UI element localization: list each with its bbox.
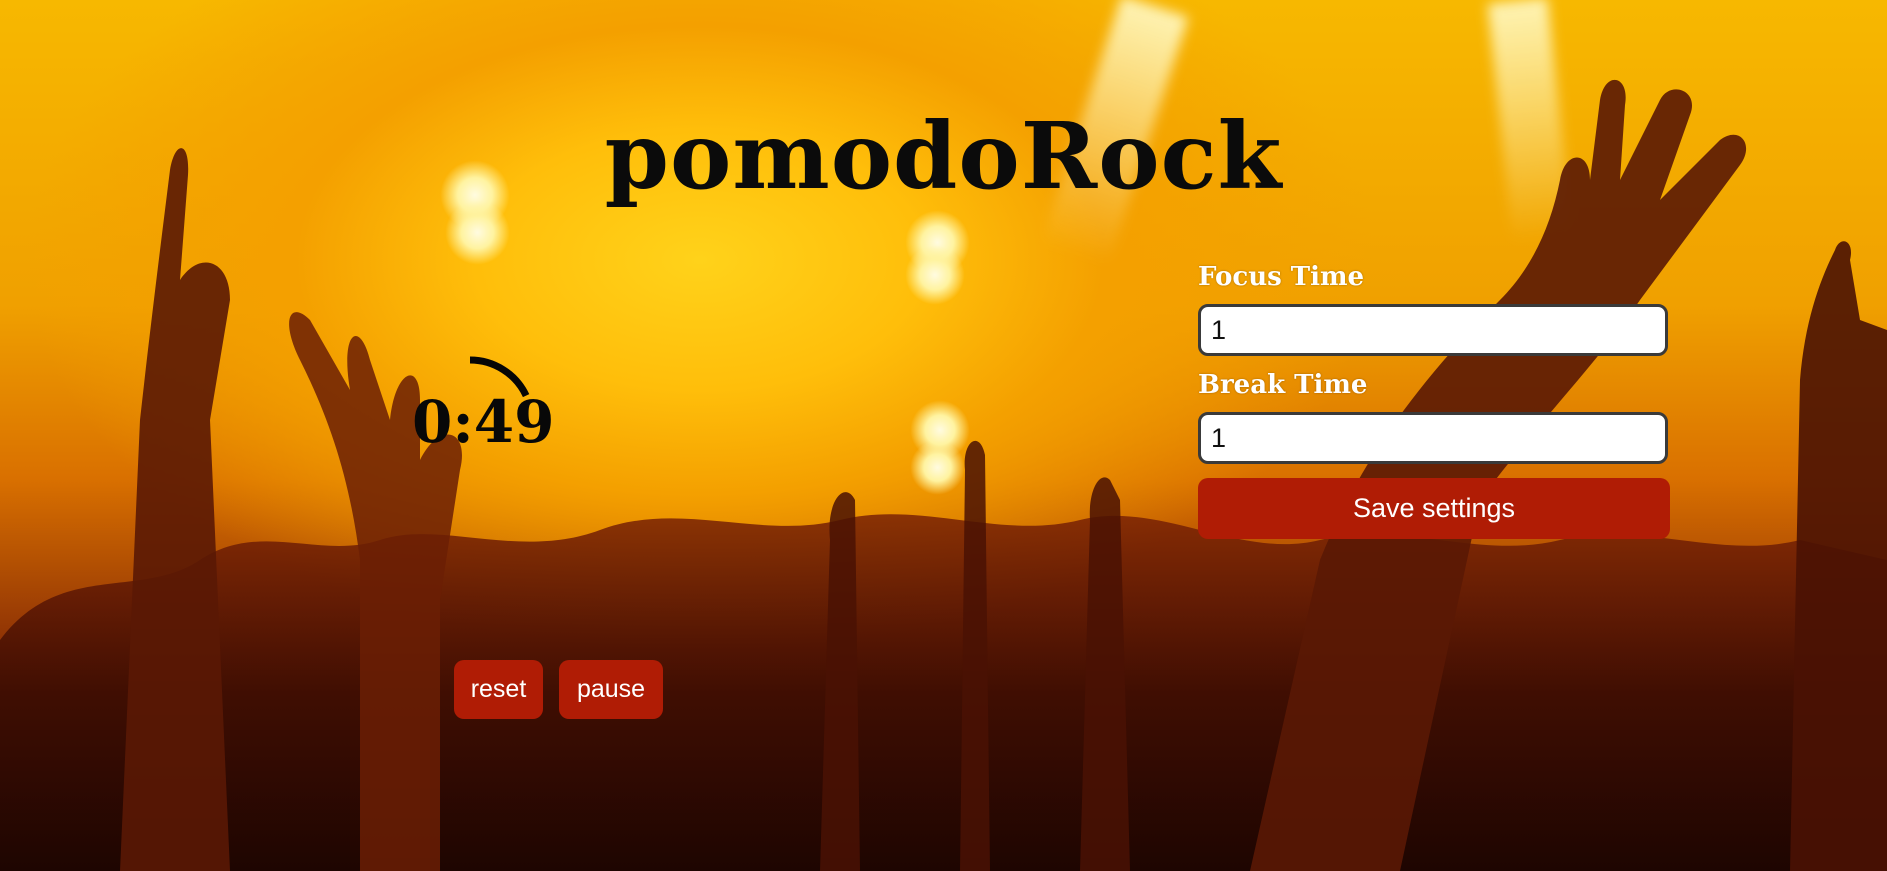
break-time-input[interactable] xyxy=(1198,412,1668,464)
timer-countdown: 0:49 xyxy=(412,388,555,456)
reset-button[interactable]: reset xyxy=(454,660,543,719)
pause-button[interactable]: pause xyxy=(559,660,663,719)
focus-time-label: Focus Time xyxy=(1198,262,1365,292)
settings-panel: Focus Time Break Time Save settings xyxy=(1198,262,1670,539)
break-time-label: Break Time xyxy=(1198,370,1368,400)
focus-time-input[interactable] xyxy=(1198,304,1668,356)
app-title: pomodoRock xyxy=(604,101,1283,210)
save-settings-button[interactable]: Save settings xyxy=(1198,478,1670,539)
timer-display: 0:49 xyxy=(400,330,560,470)
